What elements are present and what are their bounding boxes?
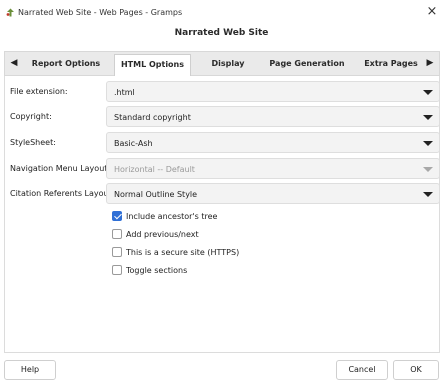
- dropdown-arrow-icon: [423, 90, 433, 95]
- copyright-select[interactable]: Standard copyright: [106, 106, 440, 127]
- citation-referents-layout-label: Citation Referents Layout:: [10, 189, 115, 198]
- window-titlebar: Narrated Web Site - Web Pages - Gramps ×: [0, 0, 443, 24]
- stylesheet-label: StyleSheet:: [10, 138, 56, 147]
- copyright-value: Standard copyright: [114, 113, 191, 122]
- dropdown-arrow-icon: [423, 115, 433, 120]
- dropdown-arrow-icon: [423, 167, 433, 172]
- citation-referents-layout-row: Citation Referents Layout: Normal Outlin…: [5, 183, 441, 205]
- checkbox-unchecked-icon[interactable]: [112, 265, 122, 275]
- ok-button[interactable]: OK: [393, 360, 439, 380]
- dialog-heading: Narrated Web Site: [174, 28, 269, 38]
- close-window-button[interactable]: ×: [423, 3, 441, 21]
- tab-scroll-left-button[interactable]: ◀: [6, 52, 22, 75]
- help-button[interactable]: Help: [4, 360, 56, 380]
- stylesheet-value: Basic-Ash: [114, 139, 153, 148]
- citation-referents-layout-select[interactable]: Normal Outline Style: [106, 183, 440, 204]
- toggle-sections-label[interactable]: Toggle sections: [126, 266, 187, 275]
- gramps-tree-icon: [6, 8, 15, 17]
- tab-html-options[interactable]: HTML Options: [114, 54, 191, 76]
- navigation-menu-layout-label: Navigation Menu Layout:: [10, 164, 111, 173]
- dropdown-arrow-icon: [423, 141, 433, 146]
- secure-site-label[interactable]: This is a secure site (HTTPS): [126, 248, 239, 257]
- tab-page-generation[interactable]: Page Generation: [263, 52, 351, 75]
- file-extension-select[interactable]: .html: [106, 81, 440, 102]
- add-previous-next-label[interactable]: Add previous/next: [126, 230, 199, 239]
- stylesheet-row: StyleSheet: Basic-Ash: [5, 132, 441, 154]
- copyright-label: Copyright:: [10, 112, 52, 121]
- dropdown-arrow-icon: [423, 192, 433, 197]
- navigation-menu-layout-select: Horizontal -- Default: [106, 158, 440, 179]
- citation-referents-layout-value: Normal Outline Style: [114, 190, 198, 199]
- notebook-tabbar: ◀ Report Options HTML Options Display Pa…: [4, 51, 440, 76]
- include-ancestors-tree-label[interactable]: Include ancestor's tree: [126, 212, 217, 221]
- tab-report-options[interactable]: Report Options: [23, 52, 109, 75]
- stylesheet-select[interactable]: Basic-Ash: [106, 132, 440, 153]
- cancel-button[interactable]: Cancel: [336, 360, 388, 380]
- tab-display[interactable]: Display: [197, 52, 259, 75]
- window-title: Narrated Web Site - Web Pages - Gramps: [18, 8, 183, 17]
- checkbox-unchecked-icon[interactable]: [112, 247, 122, 257]
- file-extension-row: File extension: .html: [5, 81, 441, 103]
- navigation-menu-layout-value: Horizontal -- Default: [114, 165, 195, 174]
- file-extension-label: File extension:: [10, 87, 68, 96]
- navigation-menu-layout-row: Navigation Menu Layout: Horizontal -- De…: [5, 158, 441, 180]
- checkbox-checked-icon[interactable]: [112, 211, 122, 221]
- checkbox-unchecked-icon[interactable]: [112, 229, 122, 239]
- tab-scroll-right-button[interactable]: ▶: [422, 52, 438, 75]
- copyright-row: Copyright: Standard copyright: [5, 106, 441, 128]
- tab-extra-pages[interactable]: Extra Pages: [355, 52, 427, 75]
- html-options-panel: File extension: .html Copyright: Standar…: [4, 76, 440, 353]
- file-extension-value: .html: [114, 88, 135, 97]
